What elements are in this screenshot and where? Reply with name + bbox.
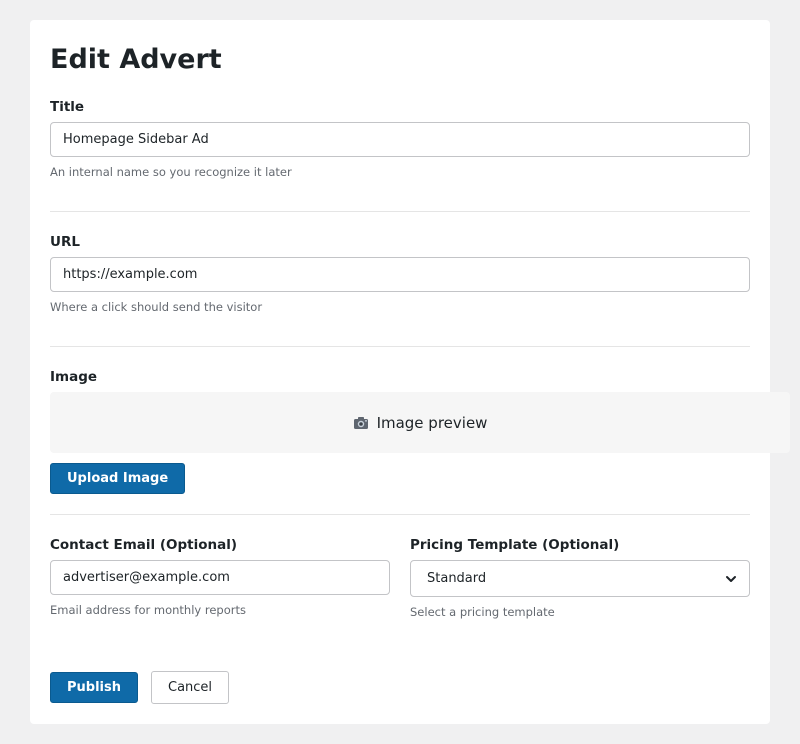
chevron-down-icon [726,575,736,582]
image-preview-text: Image preview [376,413,488,432]
url-field-wrap [50,257,750,292]
pricing-template-label: Pricing Template (Optional) [410,537,620,553]
image-label: Image [50,369,98,385]
publish-button[interactable]: Publish [50,672,138,703]
edit-advert-card: Edit Advert Title An internal name so yo… [30,20,790,724]
title-help: An internal name so you recognize it lat… [50,165,292,179]
image-preview: Image preview [50,392,790,453]
contact-email-help: Email address for monthly reports [50,603,246,617]
pricing-template-help: Select a pricing template [410,605,555,619]
cancel-button[interactable]: Cancel [151,671,230,704]
pricing-template-select[interactable]: Standard [410,560,750,597]
divider [50,514,750,515]
contact-email-label: Contact Email (Optional) [50,537,238,553]
upload-image-button[interactable]: Upload Image [50,463,186,494]
title-label: Title [50,99,85,115]
url-input[interactable] [50,257,750,292]
url-label: URL [50,234,80,250]
pricing-template-selected: Standard [427,571,487,586]
form-actions: Publish Cancel [50,671,750,704]
url-help: Where a click should send the visitor [50,300,263,314]
upload-wrap: Upload Image [50,463,750,494]
pricing-template-column: Pricing Template (Optional) Standard Sel… [410,535,750,620]
page-title: Edit Advert [50,44,222,75]
contact-email-column: Contact Email (Optional) Email address f… [50,535,390,620]
title-field-wrap [50,122,750,157]
contact-email-input[interactable] [50,560,390,595]
divider [50,211,750,212]
title-input[interactable] [50,122,750,157]
divider [50,346,750,347]
camera-icon [353,416,368,429]
contact-pricing-row: Contact Email (Optional) Email address f… [50,535,750,620]
